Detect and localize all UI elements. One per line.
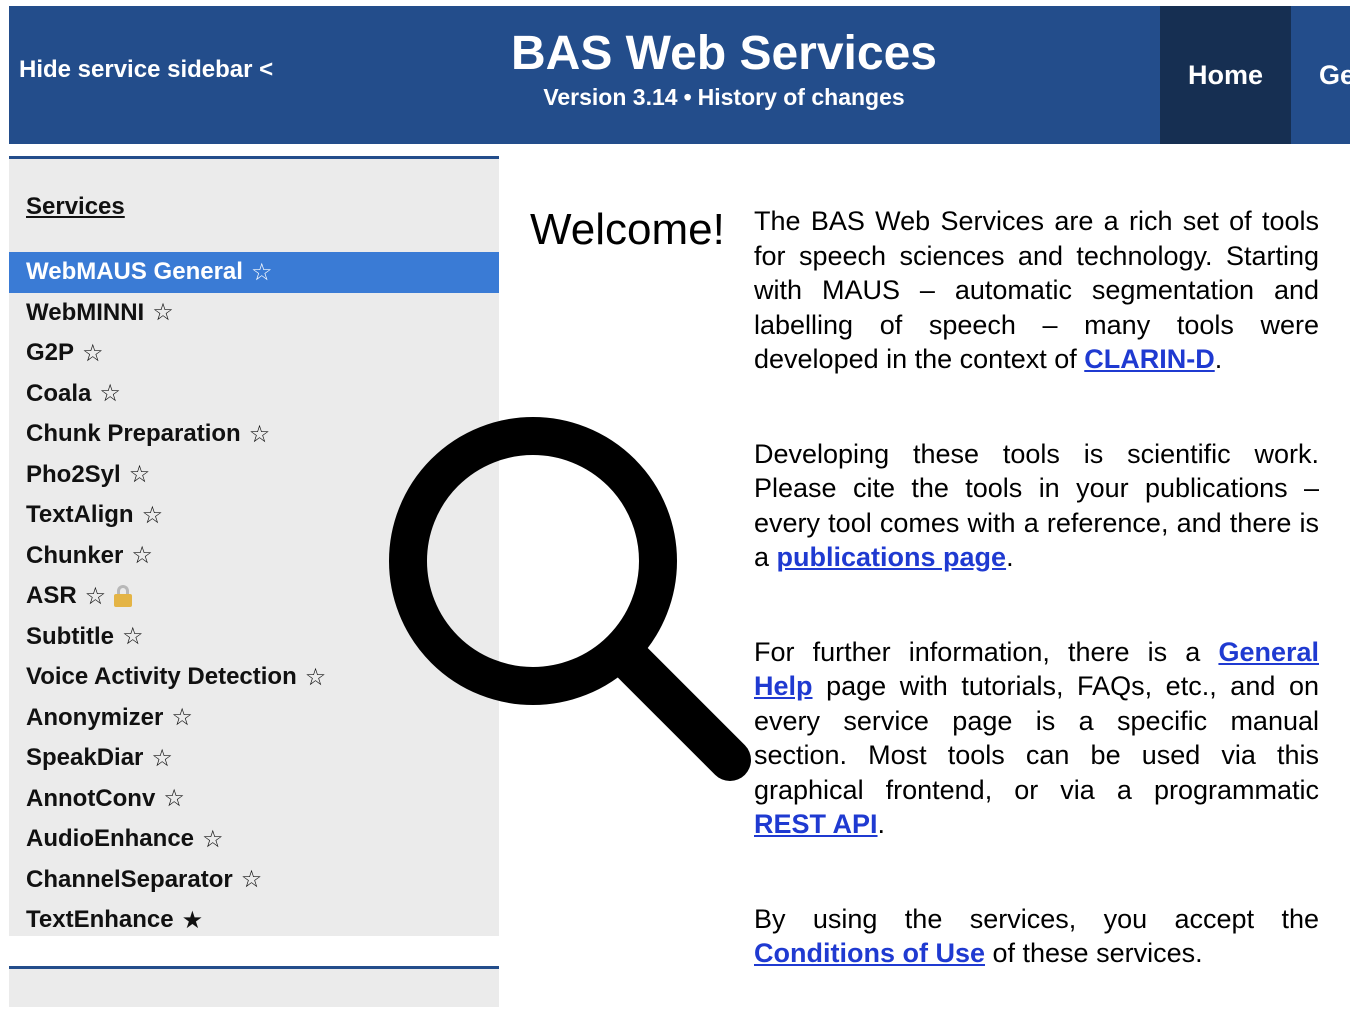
star-icon[interactable]: ☆ xyxy=(151,744,173,773)
welcome-content: The BAS Web Services are a rich set of t… xyxy=(754,204,1319,1031)
service-label: AnnotConv xyxy=(26,784,156,812)
service-label: TextAlign xyxy=(26,501,134,529)
brand: BAS Web Services Version 3.14 • History of… xyxy=(509,26,939,111)
star-icon[interactable]: ☆ xyxy=(131,541,153,570)
service-item-anonymizer[interactable]: Anonymizer ☆ xyxy=(9,698,499,739)
star-icon[interactable]: ☆ xyxy=(251,258,273,287)
service-label: WebMAUS General xyxy=(26,258,243,286)
para-text: The BAS Web Services are a rich set of t… xyxy=(754,206,1319,374)
service-item-speakdiar[interactable]: SpeakDiar ☆ xyxy=(9,738,499,779)
para-text: page with tutorials, FAQs, etc., and on … xyxy=(754,671,1319,805)
para-text: . xyxy=(1214,344,1223,374)
service-item-channelseparator[interactable]: ChannelSeparator ☆ xyxy=(9,860,499,901)
citation-paragraph: Developing these tools is scientific wor… xyxy=(754,437,1319,575)
version-text: Version 3.14 xyxy=(543,84,678,110)
para-text: For further information, there is a xyxy=(754,636,1219,667)
para-text: . xyxy=(877,809,886,839)
service-list: WebMAUS General ☆ WebMINNI ☆ G2P ☆ Coala ☆ C… xyxy=(9,252,499,941)
star-icon[interactable]: ☆ xyxy=(171,703,193,732)
service-label: SpeakDiar xyxy=(26,744,144,772)
welcome-heading: Welcome! xyxy=(530,205,725,254)
service-item-subtitle[interactable]: Subtitle ☆ xyxy=(9,617,499,658)
para-text: of these services. xyxy=(985,938,1203,968)
services-heading[interactable]: Services xyxy=(26,193,125,221)
star-icon[interactable]: ☆ xyxy=(129,460,151,489)
service-label: Anonymizer xyxy=(26,703,164,731)
separator: • xyxy=(683,84,692,110)
star-icon[interactable]: ☆ xyxy=(241,865,263,894)
service-item-textenhance[interactable]: TextEnhance ★ xyxy=(9,900,499,941)
para-text: By using the services, you accept the xyxy=(754,903,1319,934)
star-filled-icon[interactable]: ★ xyxy=(182,906,204,935)
service-label: WebMINNI xyxy=(26,298,145,326)
version-line: Version 3.14 • History of changes xyxy=(509,84,939,111)
service-item-g2p[interactable]: G2P ☆ xyxy=(9,333,499,374)
service-item-asr[interactable]: ASR ☆ xyxy=(9,576,499,617)
star-icon[interactable]: ☆ xyxy=(163,784,185,813)
para-text: . xyxy=(1006,542,1014,572)
star-icon[interactable]: ☆ xyxy=(99,379,121,408)
star-icon[interactable]: ☆ xyxy=(82,339,104,368)
conditions-paragraph: By using the services, you accept the Co… xyxy=(754,902,1319,971)
rest-api-link[interactable]: REST API xyxy=(754,809,878,839)
service-item-coala[interactable]: Coala ☆ xyxy=(9,374,499,415)
service-item-chunker[interactable]: Chunker ☆ xyxy=(9,536,499,577)
intro-paragraph: The BAS Web Services are a rich set of t… xyxy=(754,204,1319,377)
nav-home[interactable]: Home xyxy=(1160,6,1291,144)
service-item-audioenhance[interactable]: AudioEnhance ☆ xyxy=(9,819,499,860)
service-label: AudioEnhance xyxy=(26,825,195,853)
star-icon[interactable]: ☆ xyxy=(305,663,327,692)
service-item-chunk-preparation[interactable]: Chunk Preparation ☆ xyxy=(9,414,499,455)
service-item-voice-activity-detection[interactable]: Voice Activity Detection ☆ xyxy=(9,657,499,698)
service-label: TextEnhance xyxy=(26,906,174,934)
service-sidebar: Services WebMAUS General ☆ WebMINNI ☆ G2P ☆… xyxy=(9,156,499,936)
service-label: Voice Activity Detection xyxy=(26,663,297,691)
service-item-textalign[interactable]: TextAlign ☆ xyxy=(9,495,499,536)
nav-next[interactable]: Ge xyxy=(1319,6,1350,144)
service-label: Chunk Preparation xyxy=(26,420,241,448)
service-label: ASR xyxy=(26,582,77,610)
service-label: Pho2Syl xyxy=(26,460,121,488)
clarin-d-link[interactable]: CLARIN-D xyxy=(1084,344,1214,374)
star-icon[interactable]: ☆ xyxy=(152,298,174,327)
service-item-webminni[interactable]: WebMINNI ☆ xyxy=(9,293,499,334)
history-link[interactable]: History of changes xyxy=(698,84,905,110)
help-paragraph: For further information, there is a Gene… xyxy=(754,635,1319,842)
service-item-pho2syl[interactable]: Pho2Syl ☆ xyxy=(9,455,499,496)
sidebar-next-section xyxy=(9,966,499,1007)
site-header: Hide service sidebar < BAS Web Services … xyxy=(9,6,1350,144)
star-icon[interactable]: ☆ xyxy=(85,582,107,611)
lock-icon xyxy=(114,585,133,608)
star-icon[interactable]: ☆ xyxy=(202,825,224,854)
service-label: ChannelSeparator xyxy=(26,865,233,893)
service-label: Chunker xyxy=(26,541,124,569)
site-title[interactable]: BAS Web Services xyxy=(509,26,939,82)
service-item-annotconv[interactable]: AnnotConv ☆ xyxy=(9,779,499,820)
publications-link[interactable]: publications page xyxy=(777,542,1007,572)
service-item-webmaus-general[interactable]: WebMAUS General ☆ xyxy=(9,252,499,293)
conditions-link[interactable]: Conditions of Use xyxy=(754,938,985,968)
star-icon[interactable]: ☆ xyxy=(122,622,144,651)
hide-sidebar-button[interactable]: Hide service sidebar < xyxy=(19,56,273,84)
star-icon[interactable]: ☆ xyxy=(249,420,271,449)
service-label: Coala xyxy=(26,379,92,407)
service-label: Subtitle xyxy=(26,622,114,650)
service-label: G2P xyxy=(26,339,75,367)
star-icon[interactable]: ☆ xyxy=(142,501,164,530)
